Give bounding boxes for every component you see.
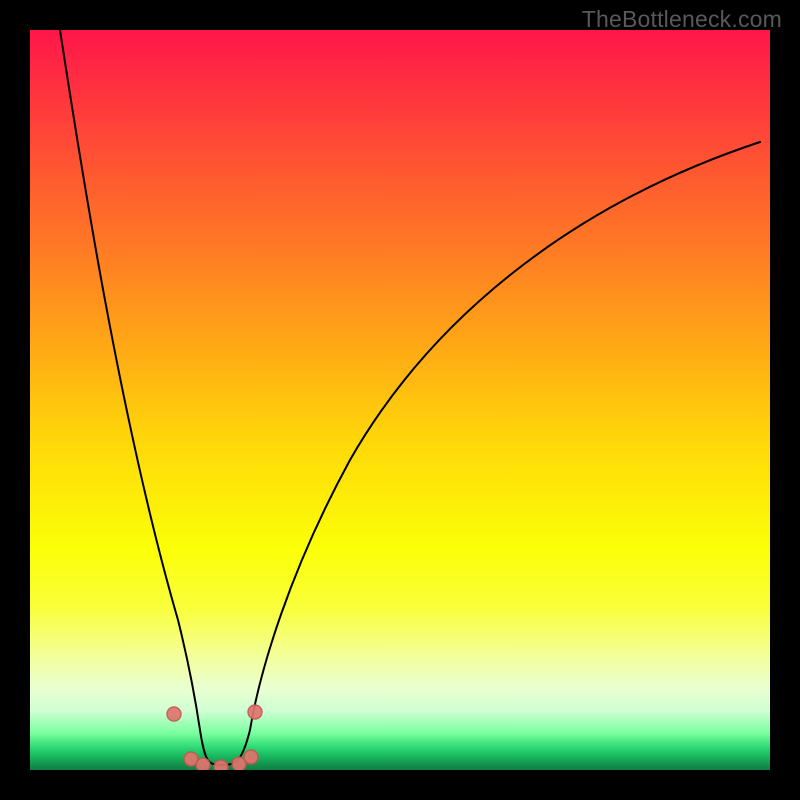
- marker-dot: [196, 758, 210, 770]
- plot-area: [30, 30, 770, 770]
- chart-frame: TheBottleneck.com: [0, 0, 800, 800]
- marker-dot: [248, 705, 262, 719]
- bottleneck-curve: [60, 30, 760, 765]
- marker-dot: [244, 750, 258, 764]
- curve-svg: [30, 30, 770, 770]
- marker-dot: [214, 760, 228, 770]
- watermark-text: TheBottleneck.com: [582, 6, 782, 33]
- marker-dot: [167, 707, 181, 721]
